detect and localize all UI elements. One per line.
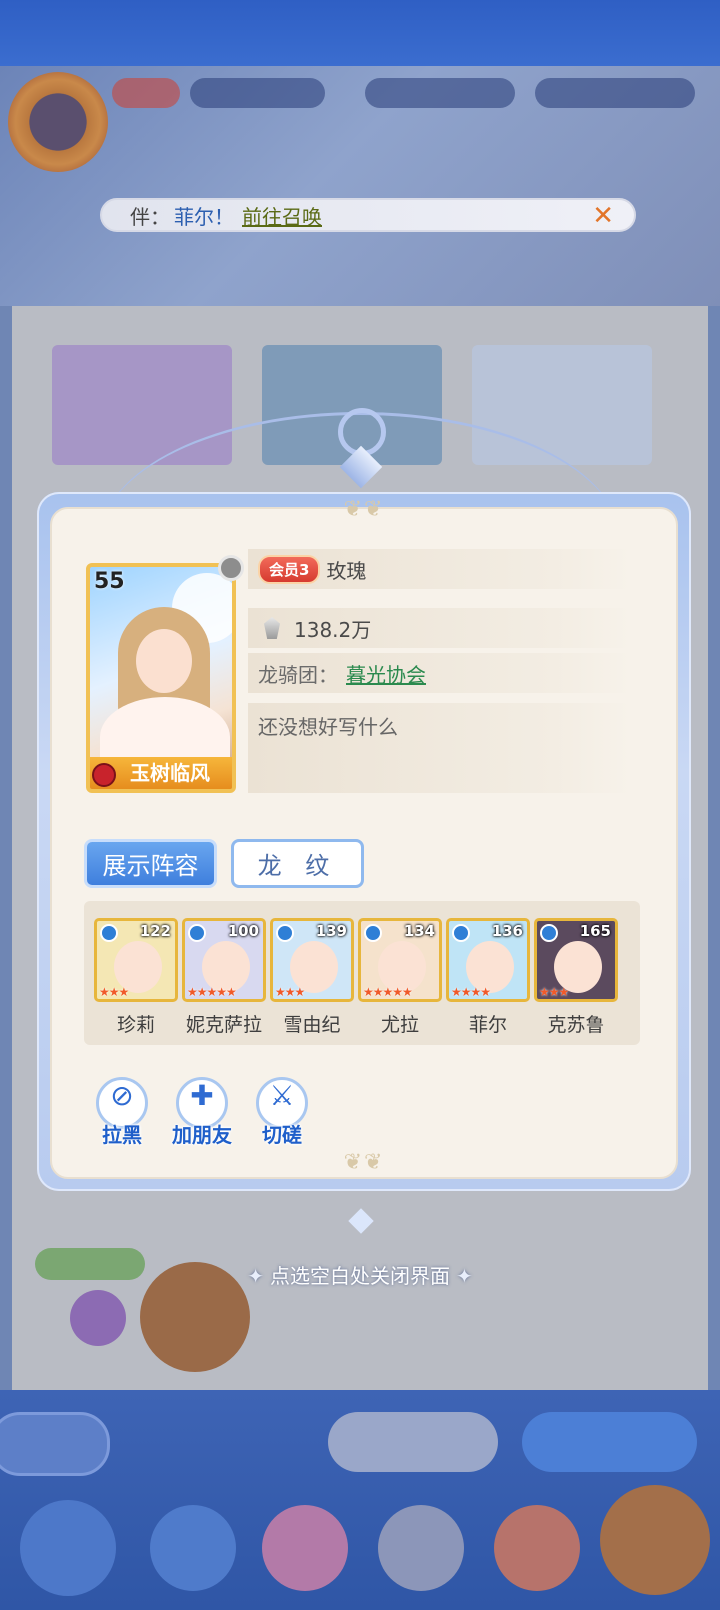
summon-link[interactable]: 前往召唤 bbox=[242, 201, 322, 230]
element-icon bbox=[276, 924, 294, 942]
block-label: 拉黑 bbox=[102, 1123, 142, 1147]
duel-button[interactable]: ⚔ 切磋 bbox=[250, 1077, 314, 1147]
name-row: 会员3 玫瑰 bbox=[248, 549, 632, 589]
hero-card[interactable]: 134 ★★★★★ bbox=[358, 918, 442, 1002]
element-icon bbox=[188, 924, 206, 942]
add-friend-icon: ✚ bbox=[190, 1079, 214, 1112]
hero-card[interactable]: 136 ★★★★ bbox=[446, 918, 530, 1002]
guild-label: 龙骑团： bbox=[258, 662, 338, 687]
hero-card[interactable]: 139 ★★★ bbox=[270, 918, 354, 1002]
player-level: 55 bbox=[94, 569, 125, 594]
nav-icon bbox=[20, 1500, 116, 1596]
vip-indicator bbox=[112, 78, 180, 108]
hero-level: 139 bbox=[315, 922, 347, 940]
tab-lineup[interactable]: 展示阵容 bbox=[84, 839, 217, 888]
hero-name: 菲尔 bbox=[468, 1014, 507, 1036]
block-icon: ⊘ bbox=[110, 1079, 134, 1112]
power-row: 138.2万 bbox=[248, 608, 632, 648]
block-button[interactable]: ⊘ 拉黑 bbox=[90, 1077, 154, 1147]
sparkle-icon: ✦ bbox=[247, 1264, 264, 1288]
hero-card[interactable]: 100 ★★★★★ bbox=[182, 918, 266, 1002]
tab-dragon-pattern[interactable]: 龙 纹 bbox=[231, 839, 364, 888]
background-button bbox=[522, 1412, 697, 1472]
summon-notice[interactable]: 伴： 菲尔！ 前往召唤 ✕ bbox=[100, 198, 636, 232]
hero-level: 100 bbox=[227, 922, 259, 940]
portrait-face bbox=[136, 629, 192, 693]
hero-stars: ★★★ bbox=[99, 985, 129, 999]
back-arrow-icon bbox=[0, 1412, 110, 1476]
duel-label: 切磋 bbox=[262, 1123, 302, 1147]
signature-row: 还没想好写什么 bbox=[248, 703, 632, 793]
rose-icon bbox=[92, 763, 116, 787]
gem-bar bbox=[535, 78, 695, 108]
gold-bar bbox=[365, 78, 515, 108]
hero-card[interactable]: 122 ★★★ bbox=[94, 918, 178, 1002]
notice-prefix: 伴： bbox=[130, 204, 170, 229]
hero-level: 165 bbox=[579, 922, 611, 940]
nav-icon bbox=[378, 1505, 464, 1591]
nav-icon bbox=[494, 1505, 580, 1591]
player-portrait[interactable]: 55 玉树临风 bbox=[86, 563, 236, 793]
notice-hero-name: 菲尔！ bbox=[174, 204, 234, 229]
player-power: 138.2万 bbox=[294, 617, 372, 642]
hero-name: 雪由纪 bbox=[283, 1014, 341, 1036]
crossed-swords-icon: ⚔ bbox=[269, 1079, 295, 1112]
background-button bbox=[328, 1412, 498, 1472]
add-friend-label: 加朋友 bbox=[172, 1123, 232, 1147]
online-status-icon bbox=[218, 555, 244, 581]
player-signature: 还没想好写什么 bbox=[258, 715, 398, 739]
close-icon[interactable]: ✕ bbox=[592, 201, 614, 231]
nav-icon bbox=[150, 1505, 236, 1591]
top-status-area bbox=[0, 0, 720, 66]
hero-name: 尤拉 bbox=[380, 1014, 419, 1036]
power-icon bbox=[258, 615, 286, 641]
nav-icon bbox=[262, 1505, 348, 1591]
hero-name: 珍莉 bbox=[116, 1014, 155, 1036]
hero-stars: ★★★★ bbox=[451, 985, 491, 999]
nav-icon bbox=[600, 1485, 710, 1595]
element-icon bbox=[100, 924, 118, 942]
hero-level: 134 bbox=[403, 922, 435, 940]
hero-level: 136 bbox=[491, 922, 523, 940]
power-bar bbox=[190, 78, 325, 108]
guild-name-link[interactable]: 暮光协会 bbox=[346, 659, 426, 688]
background-badge bbox=[70, 1290, 126, 1346]
player-nickname: 玫瑰 bbox=[326, 558, 367, 583]
hero-name: 妮克萨拉 bbox=[185, 1014, 262, 1036]
hero-level: 122 bbox=[139, 922, 171, 940]
hero-name: 克苏鲁 bbox=[547, 1014, 605, 1036]
element-icon bbox=[364, 924, 382, 942]
player-avatar bbox=[8, 72, 108, 172]
element-icon bbox=[452, 924, 470, 942]
hero-stars: ★★★★★ bbox=[187, 985, 237, 999]
add-friend-button[interactable]: ✚ 加朋友 bbox=[170, 1077, 234, 1147]
hero-card[interactable]: 165 ★★★ bbox=[534, 918, 618, 1002]
hero-stars: ★★★★★ bbox=[363, 985, 413, 999]
hero-stars: ★★★ bbox=[539, 985, 569, 999]
bottom-ornament-icon: ❦❦ bbox=[343, 1150, 385, 1175]
sparkle-icon: ✦ bbox=[456, 1264, 473, 1288]
top-ornament-icon: ❦❦ bbox=[343, 497, 385, 522]
hero-stars: ★★★ bbox=[275, 985, 305, 999]
guild-row: 龙骑团： 暮光协会 bbox=[248, 653, 632, 693]
element-icon bbox=[540, 924, 558, 942]
vip-badge: 会员3 bbox=[258, 554, 321, 584]
close-hint[interactable]: ✦ 点选空白处关闭界面 ✦ bbox=[0, 1260, 720, 1289]
close-hint-text: 点选空白处关闭界面 bbox=[270, 1264, 450, 1288]
